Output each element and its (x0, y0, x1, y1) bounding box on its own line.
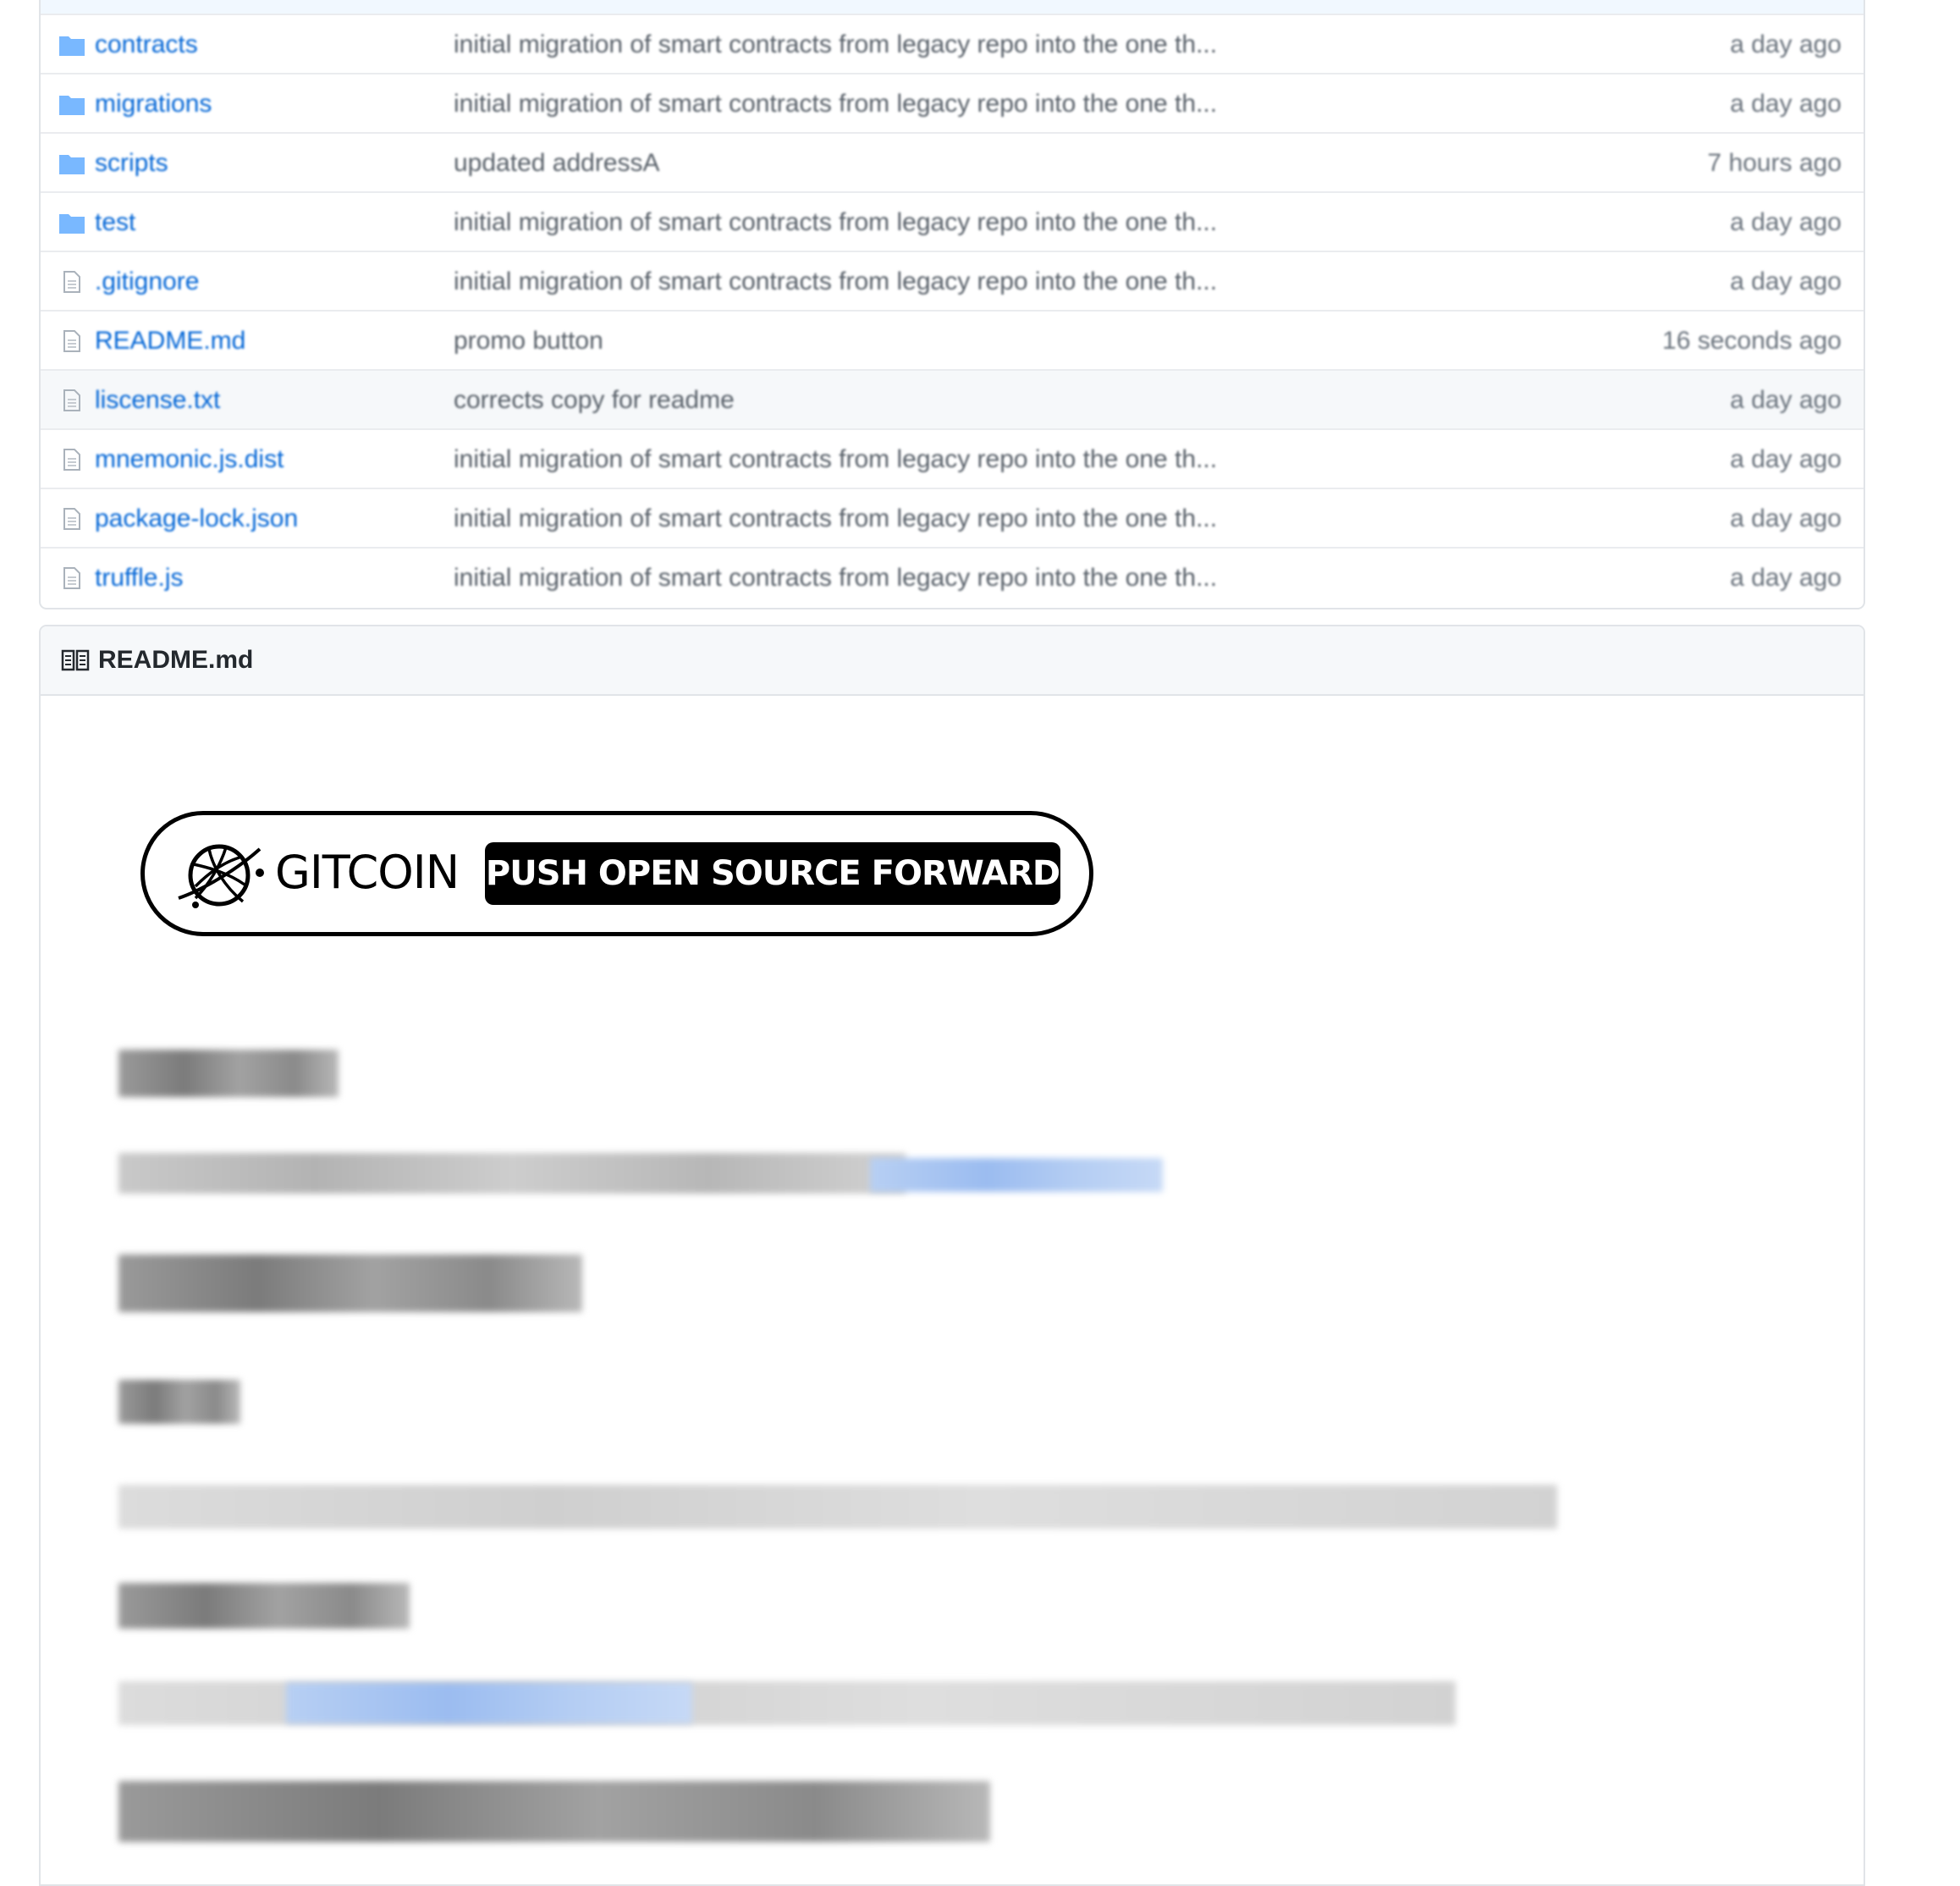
folder-icon (59, 96, 85, 115)
file-list: contracts initial migration of smart con… (39, 0, 1865, 609)
file-name-link[interactable]: .gitignore (95, 267, 199, 296)
commit-age: a day ago (1730, 30, 1842, 58)
file-name-link[interactable]: package-lock.json (95, 505, 298, 533)
file-icon (63, 567, 80, 589)
file-row[interactable]: liscense.txt corrects copy for readme a … (41, 369, 1864, 430)
commit-message-link[interactable]: initial migration of smart contracts fro… (454, 208, 1217, 237)
blurred-heading (118, 1050, 339, 1097)
push-open-source-button[interactable]: PUSH OPEN SOURCE FORWARD (485, 842, 1060, 905)
blurred-heading (118, 1255, 582, 1312)
file-row[interactable]: contracts initial migration of smart con… (41, 14, 1864, 74)
folder-icon (59, 36, 85, 56)
folder-icon (59, 155, 85, 174)
gitcoin-logo (178, 844, 264, 908)
file-icon (63, 449, 80, 471)
readme-header: README.md (41, 626, 1864, 696)
folder-icon (59, 214, 85, 234)
file-row[interactable]: mnemonic.js.dist initial migration of sm… (41, 428, 1864, 489)
commit-age: 7 hours ago (1707, 149, 1842, 177)
commit-age: a day ago (1730, 445, 1842, 473)
file-row[interactable]: package-lock.json initial migration of s… (41, 488, 1864, 549)
commit-age: a day ago (1730, 505, 1842, 532)
file-icon (63, 271, 80, 293)
commit-message-link[interactable]: initial migration of smart contracts fro… (454, 445, 1217, 474)
commit-message-link[interactable]: updated addressA (454, 149, 660, 178)
blurred-paragraph (118, 1153, 906, 1194)
commit-age: 16 seconds ago (1662, 327, 1842, 355)
file-name-link[interactable]: test (95, 208, 135, 237)
commit-age: a day ago (1730, 90, 1842, 118)
commit-message-link[interactable]: initial migration of smart contracts fro… (454, 564, 1217, 593)
file-name-link[interactable]: migrations (95, 90, 212, 119)
file-row[interactable]: test initial migration of smart contract… (41, 191, 1864, 252)
commit-message-link[interactable]: initial migration of smart contracts fro… (454, 505, 1217, 533)
file-row[interactable]: truffle.js initial migration of smart co… (41, 547, 1864, 608)
file-icon (63, 389, 80, 411)
blurred-subheading (118, 1583, 410, 1629)
file-row[interactable]: .gitignore initial migration of smart co… (41, 251, 1864, 312)
file-name-link[interactable]: liscense.txt (95, 386, 220, 415)
commit-age: a day ago (1730, 267, 1842, 295)
file-name-link[interactable]: truffle.js (95, 564, 184, 593)
file-icon (63, 508, 80, 530)
book-icon (61, 649, 90, 671)
commit-age: a day ago (1730, 386, 1842, 414)
readme-title: README.md (98, 646, 254, 674)
file-name-link[interactable]: README.md (95, 327, 245, 356)
blurred-subheading (118, 1380, 240, 1424)
commit-age: a day ago (1730, 564, 1842, 592)
file-row[interactable]: migrations initial migration of smart co… (41, 73, 1864, 134)
file-row[interactable]: scripts updated addressA 7 hours ago (41, 132, 1864, 193)
blurred-link (286, 1683, 692, 1723)
commit-age: a day ago (1730, 208, 1842, 236)
blurred-paragraph (118, 1485, 1557, 1529)
gitcoin-wordmark: GITCOIN (275, 846, 460, 899)
commit-message-link[interactable]: initial migration of smart contracts fro… (454, 267, 1217, 296)
commit-message-link[interactable]: corrects copy for readme (454, 386, 735, 415)
readme-panel: README.md GITCOIN PUSH OPEN SOURCE FORWA… (39, 625, 1865, 1886)
file-name-link[interactable]: contracts (95, 30, 198, 59)
file-icon (63, 330, 80, 352)
commit-message-link[interactable]: initial migration of smart contracts fro… (454, 90, 1217, 119)
file-name-link[interactable]: scripts (95, 149, 168, 178)
commit-message-link[interactable]: initial migration of smart contracts fro… (454, 30, 1217, 59)
commit-message-link[interactable]: promo button (454, 327, 603, 356)
blurred-heading (118, 1781, 990, 1842)
promo-banner-link[interactable]: GITCOIN PUSH OPEN SOURCE FORWARD (140, 811, 1093, 936)
file-name-link[interactable]: mnemonic.js.dist (95, 445, 284, 474)
file-row[interactable]: README.md promo button 16 seconds ago (41, 310, 1864, 371)
blurred-link (870, 1158, 1163, 1192)
